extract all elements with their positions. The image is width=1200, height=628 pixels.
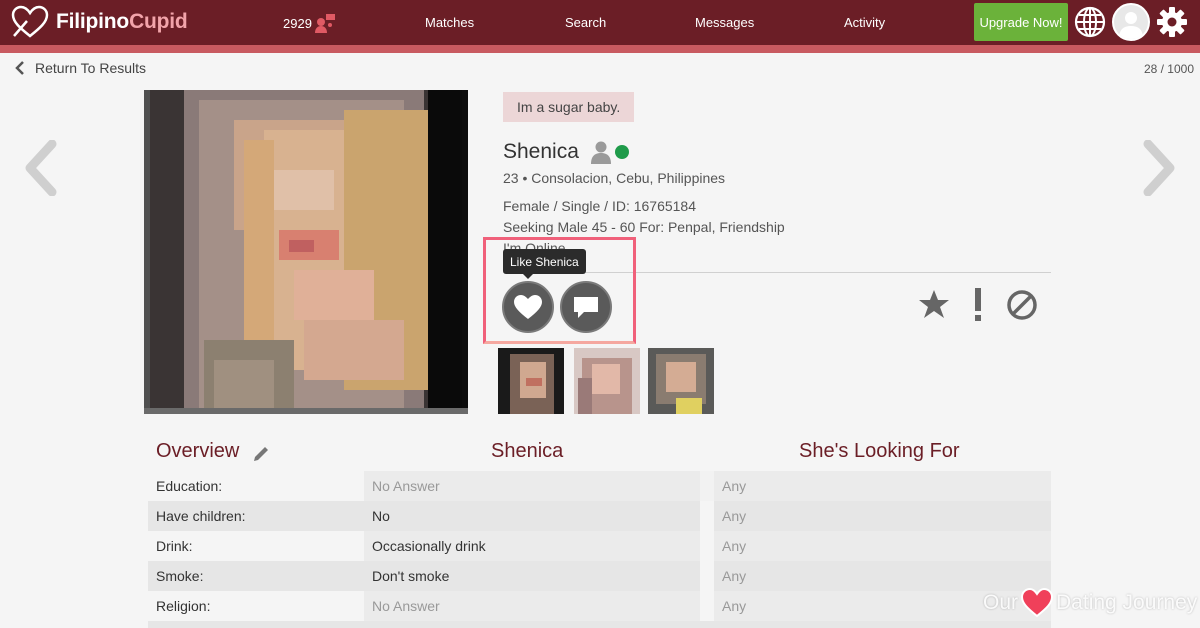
return-to-results-link[interactable]: Return To Results — [14, 60, 146, 76]
main-profile-photo[interactable] — [144, 90, 468, 414]
avatar[interactable] — [1112, 3, 1150, 41]
next-profile-arrow-icon[interactable] — [1142, 140, 1178, 196]
online-status-dot — [614, 145, 629, 159]
profile-column-heading: Shenica — [491, 440, 564, 462]
user-icon — [590, 141, 611, 164]
row-value: Don't smoke — [364, 561, 700, 591]
watermark-right: Dating Journey — [1056, 591, 1198, 614]
row-looking-for: Any — [714, 561, 1051, 591]
row-label: Drink: — [148, 531, 364, 561]
photo-thumbnail[interactable] — [648, 348, 714, 414]
table-row-partial — [148, 621, 1051, 628]
table-row: Religion: No Answer Any — [148, 591, 1051, 621]
chevron-left-icon — [15, 61, 24, 75]
thumbnail-image — [648, 348, 714, 414]
logo-text: FilipinoCupid — [56, 10, 188, 34]
row-value: No Answer — [364, 591, 700, 621]
nav-activity[interactable]: Activity — [844, 15, 885, 30]
age-location: 23 • Consolacion, Cebu, Philippines — [503, 170, 726, 186]
name-row: Shenica — [503, 140, 629, 164]
nav-messages[interactable]: Messages — [695, 15, 754, 30]
like-tooltip: Like Shenica — [503, 249, 586, 279]
watermark: Our Dating Journey — [983, 588, 1197, 618]
watermark-heart-icon — [1021, 588, 1054, 618]
table-row: Smoke: Don't smoke Any — [148, 561, 1051, 591]
logo-prefix: Filipino — [56, 10, 130, 33]
pencil-edit-icon[interactable] — [253, 444, 271, 462]
report-exclamation-icon[interactable] — [968, 288, 988, 322]
photo-thumbnail[interactable] — [498, 348, 564, 414]
table-row: Drink: Occasionally drink Any — [148, 531, 1051, 561]
nav-matches[interactable]: Matches — [425, 15, 474, 30]
count-value: 2929 — [283, 15, 312, 31]
row-label: Religion: — [148, 591, 364, 621]
nav-search[interactable]: Search — [565, 15, 606, 30]
profile-headline: Im a sugar baby. — [503, 92, 635, 122]
user-avatar-icon — [1114, 5, 1148, 39]
pixelated-photo — [144, 90, 468, 414]
row-value: Occasionally drink — [364, 531, 700, 561]
profile-name: Shenica — [503, 140, 579, 163]
like-button[interactable] — [502, 281, 554, 333]
table-row: Education: No Answer Any — [148, 471, 1051, 501]
row-value: No — [364, 501, 700, 531]
star-icon[interactable] — [918, 288, 950, 320]
result-position: 28 / 1000 — [1143, 62, 1194, 76]
row-looking-for: Any — [714, 471, 1051, 501]
online-members-count[interactable]: 2929 — [283, 13, 337, 33]
thumbnail-image — [574, 348, 640, 414]
previous-profile-arrow-icon[interactable] — [22, 140, 58, 196]
row-label: Have children: — [148, 501, 364, 531]
profile-details: Female / Single / ID: 16765184 — [503, 198, 697, 214]
gear-icon[interactable] — [1156, 6, 1188, 38]
message-button[interactable] — [560, 281, 612, 333]
heart-icon — [514, 295, 542, 319]
site-logo[interactable]: FilipinoCupid — [10, 5, 188, 39]
watermark-left: Our — [983, 591, 1019, 614]
return-label: Return To Results — [35, 60, 147, 76]
photo-thumbnail[interactable] — [574, 348, 640, 414]
upgrade-button[interactable]: Upgrade Now! — [974, 3, 1068, 41]
row-label: Smoke: — [148, 561, 364, 591]
globe-icon[interactable] — [1074, 6, 1106, 38]
header-accent-stripe — [0, 45, 1200, 53]
thumbnail-image — [498, 348, 564, 414]
chat-bubble-icon — [574, 297, 598, 318]
table-row: Have children: No Any — [148, 501, 1051, 531]
row-looking-for: Any — [714, 531, 1051, 561]
logo-suffix: Cupid — [129, 10, 188, 33]
block-icon[interactable] — [1005, 288, 1039, 322]
overview-heading: Overview — [156, 440, 240, 462]
heart-logo-icon — [11, 5, 49, 38]
looking-for-heading: She's Looking For — [799, 440, 960, 462]
row-looking-for: Any — [714, 501, 1051, 531]
people-icon — [314, 14, 335, 33]
seeking-info: Seeking Male 45 - 60 For: Penpal, Friend… — [503, 219, 785, 235]
row-label: Education: — [148, 471, 364, 501]
row-value: No Answer — [364, 471, 700, 501]
